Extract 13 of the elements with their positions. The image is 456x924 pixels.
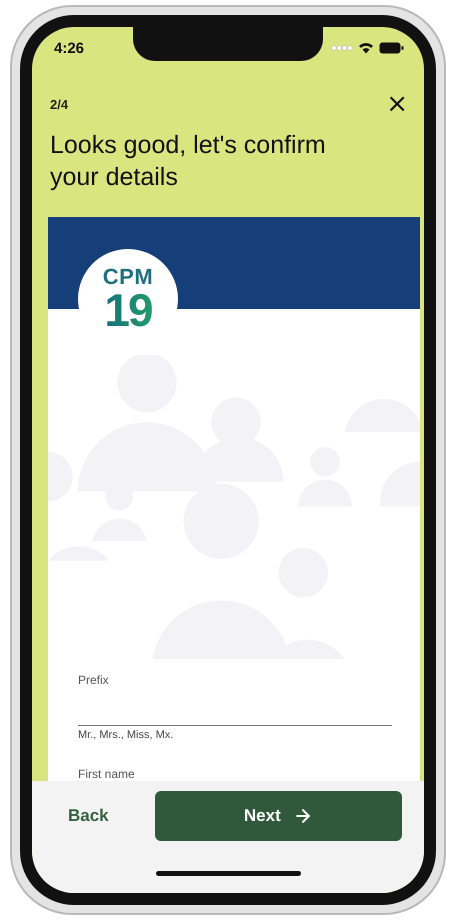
back-button[interactable]: Back bbox=[60, 796, 117, 836]
step-counter: 2/4 bbox=[50, 96, 68, 112]
close-button[interactable]: × bbox=[386, 91, 408, 117]
status-time: 4:26 bbox=[54, 40, 84, 56]
logo-text: CPM bbox=[102, 266, 154, 288]
battery-icon bbox=[379, 42, 404, 54]
next-button[interactable]: Next bbox=[154, 791, 402, 841]
field-label: First name bbox=[78, 767, 136, 781]
helper-text: Mr., Mrs., Miss, Mx. bbox=[78, 729, 174, 741]
wifi-icon bbox=[358, 42, 374, 54]
page-title: Looks good, let's confirm your details bbox=[50, 130, 327, 193]
field-label: Prefix bbox=[78, 673, 110, 687]
signal-icon bbox=[331, 44, 353, 52]
